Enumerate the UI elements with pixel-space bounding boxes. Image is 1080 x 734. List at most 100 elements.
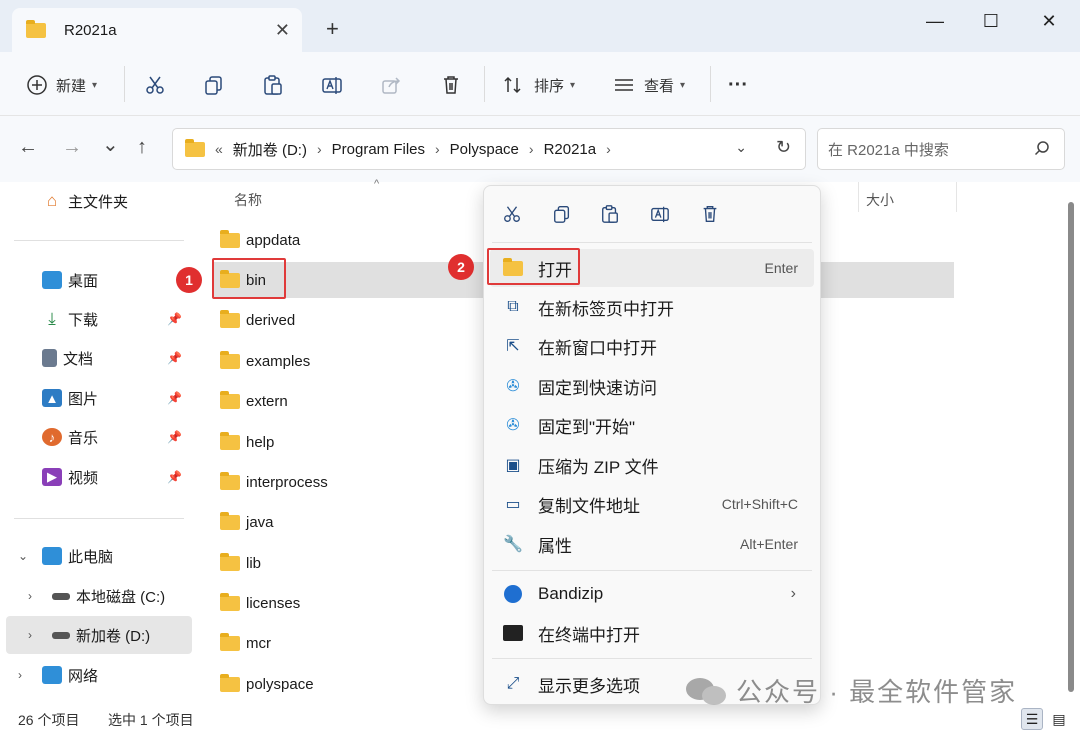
tab-title: R2021a [64, 21, 117, 39]
menu-item-open-terminal[interactable]: 在终端中打开 [490, 614, 814, 652]
breadcrumb-chevron-icon[interactable]: › [529, 141, 534, 157]
pin-icon[interactable]: 📌 [167, 430, 182, 444]
sidebar-item-documents[interactable]: 文档 📌 [0, 339, 196, 377]
breadcrumb-chevron-icon[interactable]: › [435, 141, 440, 157]
breadcrumb-polyspace[interactable]: Polyspace [450, 141, 519, 158]
sidebar-item-drive-d[interactable]: › 新加卷 (D:) [6, 616, 192, 654]
new-button[interactable]: 新建 ▾ [26, 70, 97, 100]
cut-button[interactable] [144, 70, 166, 100]
sidebar-item-home[interactable]: ⌂ 主文件夹 [0, 182, 196, 220]
pin-icon[interactable]: 📌 [167, 391, 182, 405]
menu-item-open-new-window[interactable]: ⇱ 在新窗口中打开 [490, 327, 814, 365]
folder-icon [220, 511, 240, 530]
paste-button[interactable] [262, 70, 284, 100]
tiles-view-icon[interactable]: ▤ [1048, 708, 1070, 730]
up-button[interactable]: ↑ [137, 136, 147, 159]
sidebar-item-videos[interactable]: ▶ 视频 📌 [0, 458, 196, 496]
sort-icon [504, 76, 521, 94]
pin-icon[interactable]: 📌 [167, 312, 182, 326]
folder-icon [220, 309, 240, 328]
menu-item-copy-path[interactable]: ▭ 复制文件地址 Ctrl+Shift+C [490, 485, 814, 523]
forward-button[interactable]: → [62, 136, 82, 159]
toolbar-divider [710, 66, 711, 102]
file-name: lib [246, 554, 262, 572]
breadcrumb-r2021a[interactable]: R2021a [544, 141, 597, 158]
copy-button[interactable] [203, 70, 225, 100]
menu-item-pin-start[interactable]: ✇ 固定到"开始" [490, 406, 814, 444]
close-button[interactable]: ✕ [1026, 6, 1072, 36]
column-header-name[interactable]: 名称 [234, 190, 262, 210]
view-button[interactable]: 查看 ▾ [612, 70, 685, 100]
sort-button[interactable]: 排序 ▾ [502, 70, 575, 100]
sidebar-item-drive-c[interactable]: › 本地磁盘 (C:) [0, 577, 196, 615]
menu-item-label: 在新窗口中打开 [538, 338, 657, 358]
sidebar-item-downloads[interactable]: ⤓ 下载 📌 [0, 300, 196, 338]
chevron-right-icon[interactable]: › [18, 668, 22, 682]
menu-item-label: 固定到"开始" [538, 417, 636, 437]
refresh-icon[interactable]: ↻ [776, 137, 791, 158]
rename-button[interactable] [321, 70, 343, 100]
new-tab-icon: ⧉ [507, 298, 519, 315]
delete-icon[interactable] [698, 202, 722, 226]
more-options-button[interactable]: ··· [728, 70, 748, 100]
search-input[interactable]: 在 R2021a 中搜索 [817, 128, 1065, 170]
folder-icon [185, 138, 205, 157]
minimize-button[interactable]: — [912, 6, 958, 36]
breadcrumb-program-files[interactable]: Program Files [332, 141, 425, 158]
delete-button[interactable] [440, 70, 462, 100]
menu-item-shortcut: Enter [764, 260, 798, 276]
sidebar-item-this-pc[interactable]: ⌄ 此电脑 [0, 537, 196, 575]
highlight-box-bin [212, 258, 286, 299]
maximize-button[interactable]: ☐ [968, 6, 1014, 36]
menu-item-properties[interactable]: 🔧 属性 Alt+Enter [490, 525, 814, 563]
column-divider[interactable] [956, 182, 957, 212]
menu-item-label: 复制文件地址 [538, 496, 640, 516]
breadcrumb-chevron-icon[interactable]: › [606, 141, 611, 157]
paste-icon [264, 75, 282, 95]
folder-icon [26, 19, 46, 38]
drive-icon [52, 631, 70, 639]
file-name: interprocess [246, 473, 328, 491]
menu-item-pin-quick-access[interactable]: ✇ 固定到快速访问 [490, 367, 814, 405]
video-icon: ▶ [42, 468, 62, 486]
column-header-size[interactable]: 大小 [866, 190, 894, 210]
tab-close-icon[interactable]: ✕ [275, 20, 290, 41]
sidebar-item-pictures[interactable]: ▲ 图片 📌 [0, 379, 196, 417]
chevron-down-icon[interactable]: ⌄ [18, 549, 28, 563]
column-divider[interactable] [858, 182, 859, 212]
selection-count: 选中 1 个项目 [108, 712, 194, 728]
tab-r2021a[interactable]: R2021a ✕ [12, 8, 302, 52]
chevron-right-icon[interactable]: › [28, 628, 32, 642]
menu-item-open-new-tab[interactable]: ⧉ 在新标签页中打开 [490, 288, 814, 326]
sidebar-item-music[interactable]: ♪ 音乐 📌 [0, 418, 196, 456]
address-bar[interactable]: « 新加卷 (D:) › Program Files › Polyspace ›… [172, 128, 806, 170]
chevron-right-icon[interactable]: › [28, 589, 32, 603]
copy-icon[interactable] [550, 202, 574, 226]
breadcrumb-drive-d[interactable]: 新加卷 (D:) [233, 139, 307, 160]
breadcrumb-overflow[interactable]: « [215, 141, 223, 157]
sidebar-item-label: 本地磁盘 (C:) [76, 588, 166, 606]
desktop-icon [42, 271, 62, 289]
breadcrumb-chevron-icon[interactable]: › [317, 141, 322, 157]
pin-icon[interactable]: 📌 [167, 470, 182, 484]
back-button[interactable]: ← [18, 136, 38, 159]
paste-icon[interactable] [598, 202, 622, 226]
music-icon: ♪ [42, 428, 62, 446]
share-button[interactable] [380, 70, 402, 100]
details-view-icon[interactable]: ☰ [1021, 708, 1043, 730]
wechat-logo-icon [686, 676, 730, 706]
menu-item-compress-zip[interactable]: ▣ 压缩为 ZIP 文件 [490, 446, 814, 484]
home-icon: ⌂ [46, 191, 58, 210]
sidebar-item-desktop[interactable]: 桌面 [0, 261, 196, 299]
sidebar-item-label: 文档 [63, 350, 94, 368]
sidebar-item-network[interactable]: › 网络 [0, 656, 196, 694]
new-tab-button[interactable]: + [326, 18, 339, 40]
menu-item-bandizip[interactable]: Bandizip › [490, 575, 814, 613]
recent-locations-button[interactable]: ⌄ [102, 132, 119, 157]
cut-icon[interactable] [500, 202, 524, 226]
pin-icon[interactable]: 📌 [167, 351, 182, 365]
rename-icon[interactable] [648, 202, 672, 226]
vertical-scrollbar[interactable] [1068, 202, 1074, 692]
address-history-chevron-icon[interactable]: ⌄ [735, 139, 747, 156]
watermark-text: 公众号 · 最全软件管家 [736, 677, 1018, 707]
